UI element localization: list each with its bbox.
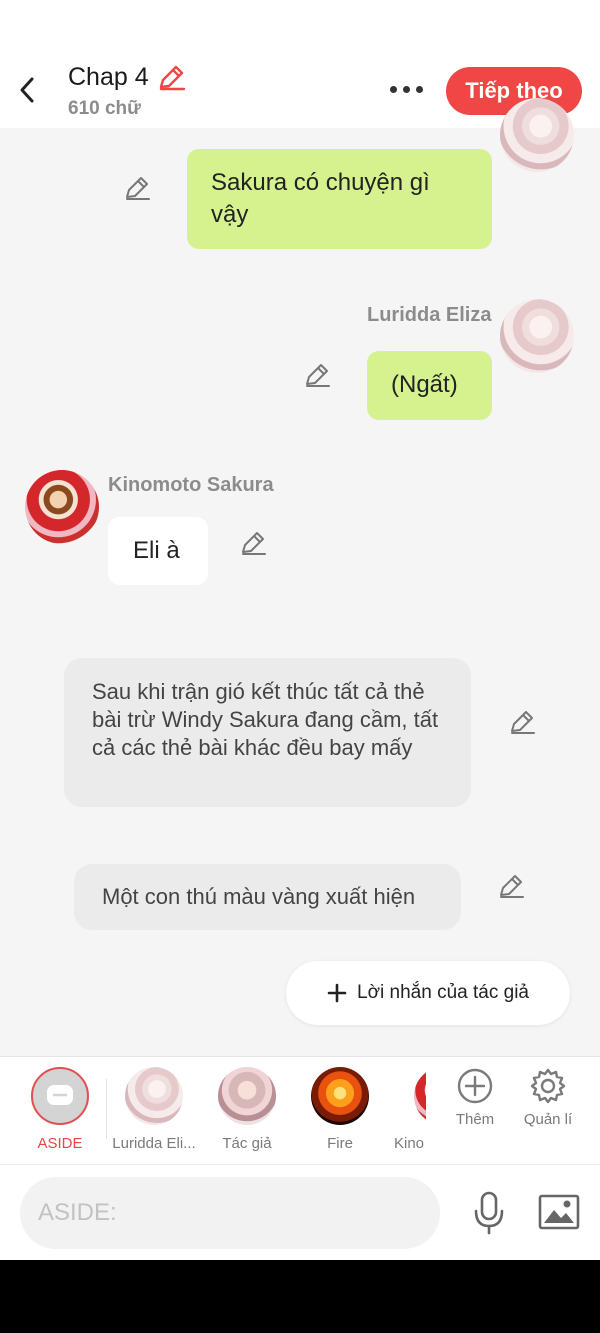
author-note-button[interactable]: Lời nhắn của tác giả xyxy=(286,961,570,1025)
pencil-icon xyxy=(306,364,330,387)
message-input[interactable] xyxy=(20,1177,440,1249)
pencil-icon xyxy=(511,711,535,734)
plus-circle-icon xyxy=(457,1068,493,1104)
edit-message-button[interactable] xyxy=(507,707,537,737)
page-title: Chap 4 xyxy=(68,63,149,91)
pencil-icon xyxy=(159,65,186,91)
more-dot-icon xyxy=(402,85,410,93)
manage-characters-button[interactable]: Quản lí xyxy=(513,1067,583,1157)
author-note-label: Lời nhắn của tác giả xyxy=(357,982,529,1003)
status-bar xyxy=(0,0,600,50)
aside-avatar xyxy=(31,1067,89,1125)
input-row xyxy=(0,1165,600,1260)
message-bubble[interactable]: Sakura có chuyện gì vậy xyxy=(187,149,492,249)
sender-name: Kinomoto Sakura xyxy=(108,474,274,496)
edit-message-button[interactable] xyxy=(122,173,152,203)
character-label: ASIDE xyxy=(37,1135,83,1152)
pencil-icon xyxy=(242,532,266,555)
narration-text: Một con thú màu vàng xuất hiện xyxy=(102,884,416,909)
pencil-icon xyxy=(500,875,524,898)
composer-panel: ASIDE Luridda Eli... Tác giả Fire Kino T… xyxy=(0,1056,600,1260)
character-aside[interactable]: ASIDE xyxy=(12,1067,108,1163)
character-avatar xyxy=(414,1067,426,1125)
back-arrow-icon xyxy=(20,77,34,103)
more-dot-icon xyxy=(389,85,397,93)
edit-message-button[interactable] xyxy=(238,528,268,558)
character-avatar xyxy=(218,1067,276,1125)
avatar-kinomoto-sakura[interactable] xyxy=(25,470,99,544)
character-luridda[interactable]: Luridda Eli... xyxy=(106,1067,202,1163)
character-label: Fire xyxy=(327,1135,353,1152)
add-character-button[interactable]: Thêm xyxy=(440,1067,510,1157)
character-author[interactable]: Tác giả xyxy=(199,1067,295,1163)
character-avatar xyxy=(125,1067,183,1125)
gear-icon xyxy=(530,1068,566,1104)
manage-label: Quản lí xyxy=(523,1111,573,1128)
message-text: (Ngất) xyxy=(391,371,458,398)
narration-bubble[interactable]: Một con thú màu vàng xuất hiện xyxy=(74,864,461,930)
sender-name: Luridda Eliza xyxy=(367,304,492,326)
pencil-icon xyxy=(126,177,150,200)
image-icon xyxy=(538,1194,580,1230)
edit-title-button[interactable] xyxy=(156,64,188,94)
message-text: Sakura có chuyện gì vậy xyxy=(211,169,430,228)
character-kinomoto[interactable]: Kino xyxy=(386,1067,426,1163)
image-upload-button[interactable] xyxy=(536,1189,582,1235)
character-fire[interactable]: Fire xyxy=(292,1067,388,1163)
voice-input-button[interactable] xyxy=(466,1189,512,1237)
message-bubble[interactable]: Eli à xyxy=(108,517,208,585)
back-button[interactable] xyxy=(10,70,44,110)
narration-text: Sau khi trận gió kết thúc tất cả thẻ bài… xyxy=(92,679,439,760)
message-text: Eli à xyxy=(133,537,180,564)
character-label: Luridda Eli... xyxy=(112,1135,196,1152)
avatar-luridda[interactable] xyxy=(500,98,574,172)
chat-screen: Chap 4 610 chữ Tiếp theo Sakura có chuyệ… xyxy=(0,0,600,1260)
plus-icon xyxy=(327,983,347,1003)
edit-message-button[interactable] xyxy=(496,871,526,901)
add-label: Thêm xyxy=(455,1111,495,1128)
more-dot-icon xyxy=(415,85,423,93)
more-options-button[interactable] xyxy=(383,74,429,104)
character-label: Tác giả xyxy=(222,1135,272,1152)
edit-message-button[interactable] xyxy=(302,360,332,390)
word-count: 610 chữ xyxy=(68,98,141,119)
character-avatar xyxy=(311,1067,369,1125)
message-bubble[interactable]: (Ngất) xyxy=(367,351,492,420)
character-selector: ASIDE Luridda Eli... Tác giả Fire Kino T… xyxy=(0,1057,600,1165)
narration-bubble[interactable]: Sau khi trận gió kết thúc tất cả thẻ bài… xyxy=(64,658,471,807)
avatar-luridda[interactable] xyxy=(500,299,574,373)
microphone-icon xyxy=(474,1191,504,1235)
speech-bubble-icon xyxy=(47,1085,73,1105)
character-label: Kino xyxy=(394,1135,425,1152)
